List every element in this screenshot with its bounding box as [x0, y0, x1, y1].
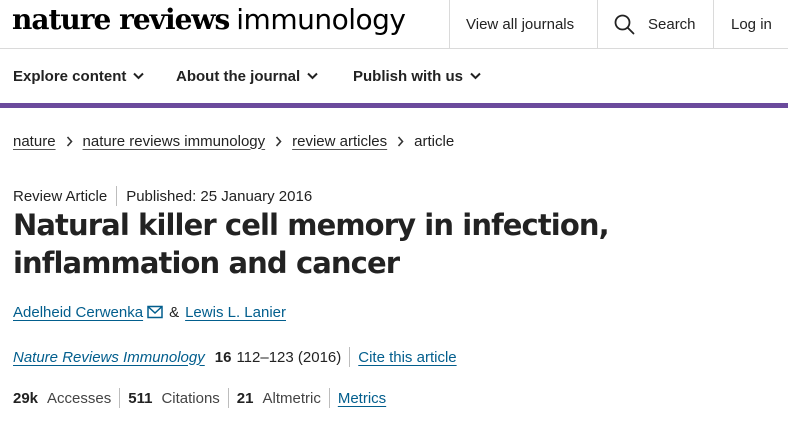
- volume-number: 16: [214, 348, 232, 366]
- chevron-right-icon: [397, 135, 404, 147]
- metrics-divider: [227, 388, 229, 408]
- cite-this-article-link[interactable]: Cite this article: [358, 349, 456, 366]
- header-divider: [713, 0, 714, 48]
- article-type: Review Article: [13, 187, 108, 205]
- header-divider: [597, 0, 598, 48]
- journal-link[interactable]: Nature Reviews Immunology: [13, 349, 205, 366]
- nav-publish-with-us[interactable]: Publish with us: [353, 49, 481, 103]
- nav-about-journal[interactable]: About the journal: [176, 49, 318, 103]
- metrics-divider: [119, 388, 121, 408]
- mail-icon[interactable]: [147, 305, 163, 319]
- breadcrumb-link-nature[interactable]: nature: [13, 133, 56, 150]
- breadcrumb-link-journal[interactable]: nature reviews immunology: [83, 133, 266, 150]
- chevron-down-icon: [470, 72, 481, 80]
- altmetric-label: Altmetric: [262, 389, 321, 407]
- citations-count: 511: [128, 389, 153, 407]
- search-button[interactable]: Search: [614, 0, 696, 48]
- nav-explore-content[interactable]: Explore content: [13, 49, 145, 103]
- main-nav: Explore content About the journal Publis…: [0, 49, 788, 103]
- chevron-right-icon: [66, 135, 73, 147]
- login-link[interactable]: Log in: [731, 0, 772, 48]
- citations-label: Citations: [161, 389, 220, 407]
- author-link[interactable]: Adelheid Cerwenka: [13, 304, 143, 321]
- article-metrics: 29k Accesses 511 Citations 21 Altmetric …: [13, 387, 386, 409]
- pages-year: 112–123 (2016): [236, 348, 342, 366]
- accesses-count: 29k: [13, 389, 39, 407]
- article-meta: Review Article Published: 25 January 201…: [13, 186, 312, 206]
- nav-item-label: About the journal: [176, 67, 301, 85]
- author-separator: &: [169, 303, 180, 321]
- breadcrumb-link-review-articles[interactable]: review articles: [292, 133, 387, 150]
- search-label: Search: [648, 15, 696, 33]
- search-icon: [614, 14, 635, 34]
- nav-accent-bar: [0, 103, 788, 108]
- article-title: Natural killer cell memory in infection,…: [13, 208, 610, 280]
- logo-bold-text: nature reviews: [12, 3, 230, 36]
- published-date: Published: 25 January 2016: [126, 187, 313, 205]
- view-all-journals-link[interactable]: View all journals: [466, 0, 574, 48]
- author-list: Adelheid Cerwenka & Lewis L. Lanier: [13, 301, 286, 323]
- breadcrumb: nature nature reviews immunology review …: [13, 130, 454, 152]
- meta-divider: [116, 186, 118, 206]
- chevron-down-icon: [133, 72, 145, 80]
- nav-item-label: Publish with us: [353, 67, 464, 85]
- citation-divider: [349, 347, 351, 367]
- site-header: nature reviews immunology View all journ…: [0, 0, 788, 49]
- chevron-right-icon: [275, 135, 282, 147]
- citation-line: Nature Reviews Immunology 16 112–123 (20…: [13, 346, 457, 368]
- metrics-link[interactable]: Metrics: [338, 390, 386, 407]
- logo-light-text: immunology: [236, 3, 406, 36]
- nav-item-label: Explore content: [13, 67, 127, 85]
- breadcrumb-current: article: [414, 132, 455, 150]
- journal-logo[interactable]: nature reviews immunology: [12, 3, 406, 43]
- altmetric-score: 21: [236, 389, 254, 407]
- header-divider: [449, 0, 450, 48]
- author-link[interactable]: Lewis L. Lanier: [185, 304, 286, 321]
- chevron-down-icon: [307, 72, 318, 80]
- metrics-divider: [328, 388, 330, 408]
- accesses-label: Accesses: [47, 389, 112, 407]
